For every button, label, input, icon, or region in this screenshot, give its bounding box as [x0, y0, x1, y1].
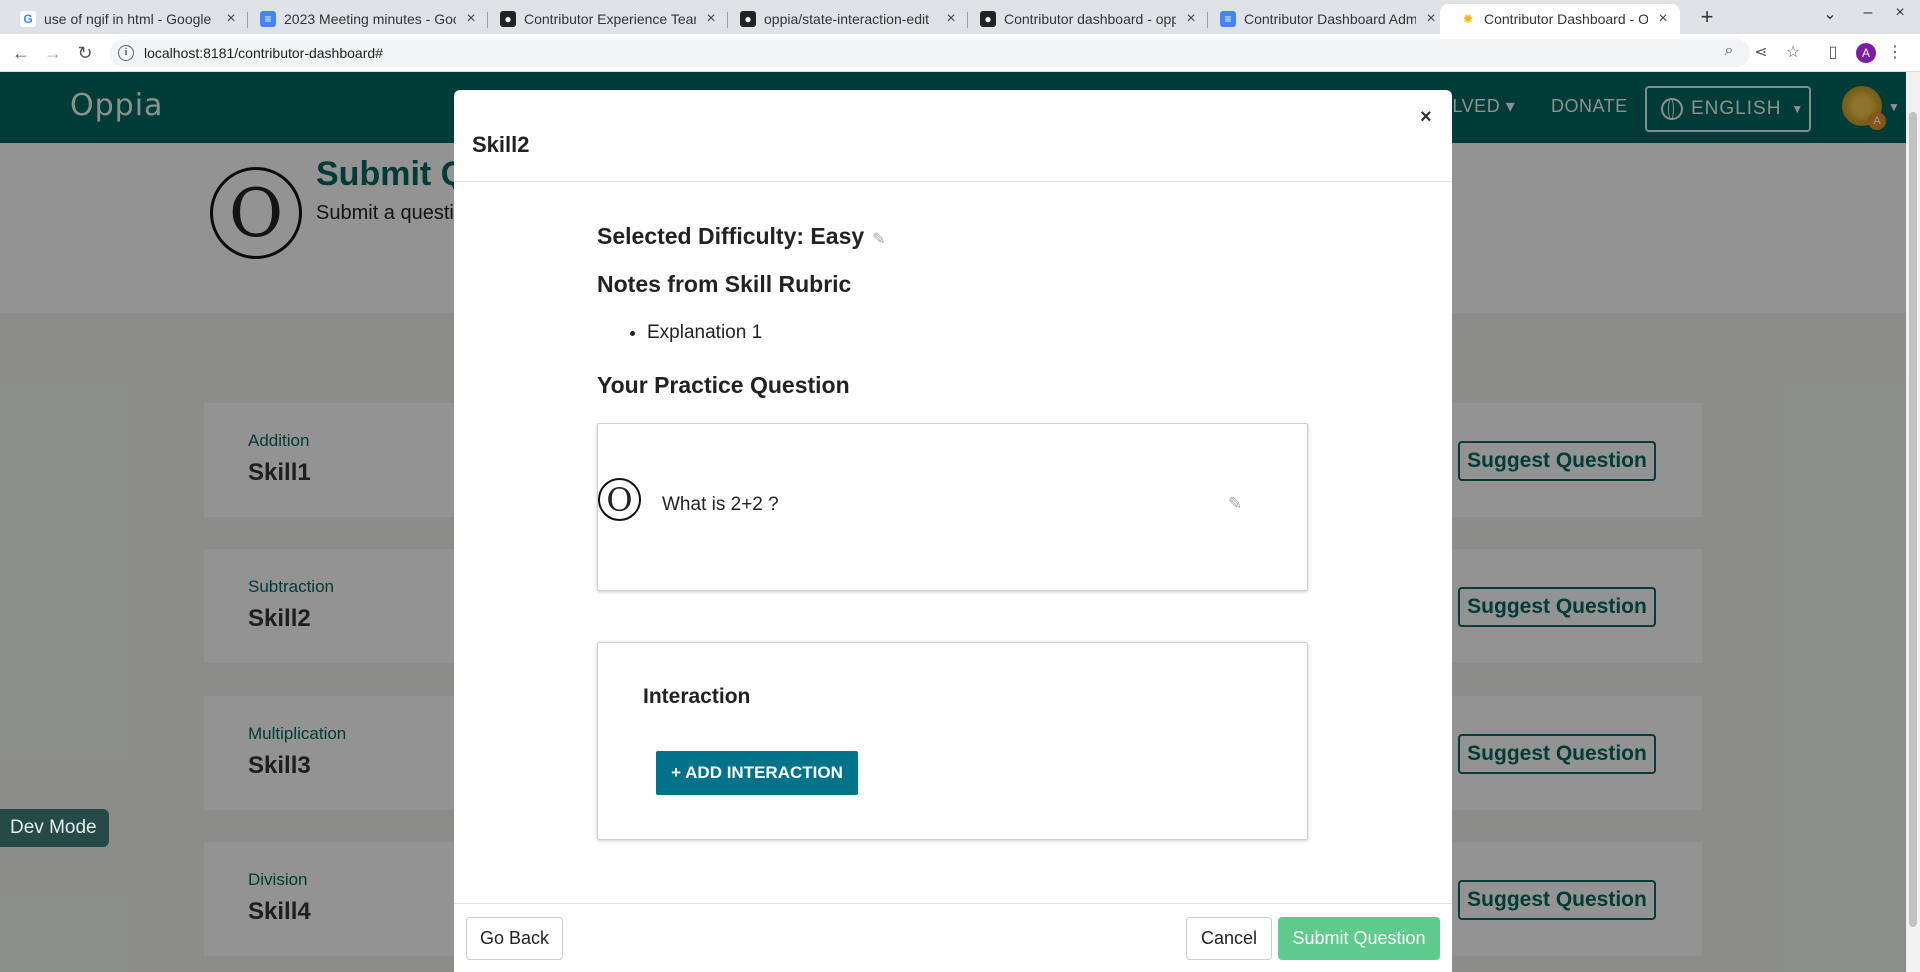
- topic-thumbnail-icon: O: [210, 167, 302, 259]
- tab-label: 2023 Meeting minutes - Googl: [284, 11, 456, 27]
- tab-label: Contributor Dashboard Admi: [1244, 11, 1416, 27]
- reload-icon[interactable]: ↻: [72, 41, 98, 65]
- back-arrow-icon[interactable]: ←: [8, 41, 34, 65]
- docs-icon: ≡: [1220, 11, 1236, 27]
- github-icon: ●: [500, 11, 516, 27]
- google-icon: G: [20, 11, 36, 27]
- close-icon[interactable]: ×: [1182, 10, 1200, 28]
- pencil-icon[interactable]: ✎: [1228, 494, 1242, 514]
- question-editor-modal: Skill2 × Selected Difficulty: Easy ✎ Note…: [454, 90, 1452, 972]
- difficulty-label: Selected Difficulty: Easy: [597, 223, 865, 249]
- close-icon[interactable]: ×: [942, 10, 960, 28]
- browser-tab[interactable]: ● Contributor Experience Team ×: [480, 4, 728, 34]
- close-icon[interactable]: ×: [1420, 106, 1432, 129]
- interaction-heading: Interaction: [643, 685, 751, 708]
- browser-tab-active[interactable]: ✺ Contributor Dashboard - Opp ×: [1440, 4, 1680, 34]
- close-icon[interactable]: ×: [1654, 10, 1672, 28]
- close-icon[interactable]: ×: [462, 10, 480, 28]
- close-icon[interactable]: ×: [1422, 10, 1440, 28]
- dev-mode-badge[interactable]: Dev Mode: [0, 809, 109, 847]
- browser-tab[interactable]: G use of ngif in html - Google Se ×: [0, 4, 248, 34]
- browser-tab[interactable]: ● oppia/state-interaction-edit ×: [720, 4, 968, 34]
- page-subtitle: Submit a questi: [316, 202, 454, 224]
- oppia-icon: ✺: [1462, 12, 1474, 26]
- interaction-card: Interaction + ADD INTERACTION: [597, 642, 1308, 840]
- pencil-icon[interactable]: ✎: [872, 229, 885, 249]
- address-bar-row: ← → ↻ i localhost:8181/contributor-dashb…: [0, 34, 1920, 72]
- modal-header: Skill2 ×: [454, 90, 1452, 182]
- kebab-menu-icon[interactable]: ⋮: [1884, 42, 1906, 62]
- minimize-icon[interactable]: –: [1854, 4, 1882, 22]
- rubric-note: Explanation 1: [647, 322, 762, 344]
- new-tab-icon[interactable]: +: [1692, 4, 1722, 30]
- scrollbar-thumb[interactable]: [1909, 112, 1917, 927]
- rubric-heading: Notes from Skill Rubric: [597, 271, 852, 297]
- go-back-button[interactable]: Go Back: [466, 917, 563, 960]
- browser-tab-strip: G use of ngif in html - Google Se × ≡ 20…: [0, 0, 1920, 34]
- browser-profile-avatar[interactable]: A: [1856, 43, 1876, 63]
- tab-label: oppia/state-interaction-edit: [764, 11, 929, 27]
- submit-question-button[interactable]: Submit Question: [1278, 917, 1440, 960]
- url-text: localhost:8181/contributor-dashboard#: [144, 45, 383, 61]
- docs-icon: ≡: [260, 11, 276, 27]
- page-scrollbar[interactable]: [1906, 72, 1920, 972]
- browser-tab[interactable]: ≡ Contributor Dashboard Admi ×: [1200, 4, 1448, 34]
- close-window-icon[interactable]: ×: [1886, 4, 1914, 22]
- tab-label: use of ngif in html - Google Se: [44, 11, 216, 27]
- rubric-notes: Explanation 1: [647, 322, 762, 344]
- cancel-button[interactable]: Cancel: [1186, 917, 1272, 960]
- tab-label: Contributor dashboard - opp: [1004, 11, 1176, 27]
- side-panel-icon[interactable]: ▯: [1822, 42, 1844, 62]
- tab-search-icon[interactable]: ⌄: [1816, 4, 1844, 24]
- question-text: What is 2+2 ?: [662, 494, 779, 515]
- practice-question-heading: Your Practice Question: [597, 372, 850, 398]
- tab-label: Contributor Dashboard - Opp: [1484, 11, 1648, 27]
- add-interaction-button[interactable]: + ADD INTERACTION: [656, 751, 858, 795]
- forward-arrow-icon[interactable]: →: [40, 41, 66, 65]
- url-field[interactable]: i localhost:8181/contributor-dashboard#: [110, 39, 1750, 67]
- site-info-icon[interactable]: i: [118, 45, 134, 61]
- browser-tab[interactable]: ≡ 2023 Meeting minutes - Googl ×: [240, 4, 488, 34]
- selected-difficulty: Selected Difficulty: Easy ✎: [597, 223, 886, 250]
- browser-tab[interactable]: ● Contributor dashboard - opp ×: [960, 4, 1208, 34]
- zoom-icon[interactable]: ⌕: [1718, 42, 1740, 60]
- modal-title: Skill2: [472, 132, 530, 157]
- question-thumbnail-icon: O: [598, 478, 641, 521]
- page-title: Submit Q: [316, 155, 468, 193]
- close-icon[interactable]: ×: [702, 10, 720, 28]
- question-content-card[interactable]: O What is 2+2 ? ✎: [597, 423, 1308, 591]
- tab-label: Contributor Experience Team: [524, 11, 696, 27]
- bookmark-star-icon[interactable]: ☆: [1782, 42, 1804, 62]
- close-icon[interactable]: ×: [222, 10, 240, 28]
- github-icon: ●: [980, 11, 996, 27]
- modal-footer: Go Back Cancel Submit Question: [454, 903, 1452, 972]
- github-icon: ●: [740, 11, 756, 27]
- share-icon[interactable]: ⋖: [1750, 42, 1772, 62]
